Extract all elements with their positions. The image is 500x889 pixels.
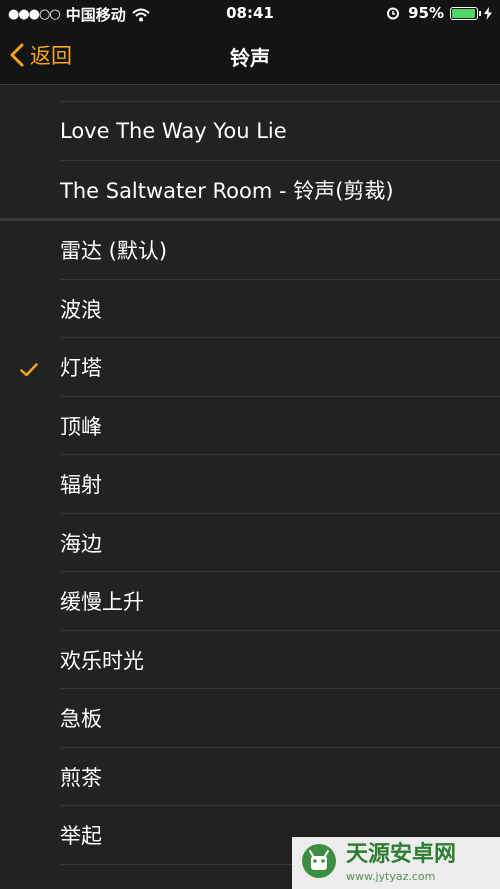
custom-tones-group: Love The Way You Lie The Saltwater Room -… [0,102,500,219]
ringtone-label: 顶峰 [60,414,102,439]
charging-icon [484,6,492,20]
ringtone-row[interactable]: 雷达 (默认) [0,221,500,280]
partially-visible-row [0,85,500,102]
watermark-url: www.jytyaz.com [346,869,436,883]
ringtone-list: Love The Way You Lie The Saltwater Room -… [0,85,500,865]
battery-percent: 95% [408,4,444,22]
ringtone-label: 辐射 [60,473,102,498]
ringtone-label: 欢乐时光 [60,648,144,673]
battery-level [452,8,475,18]
status-right: 95% [386,4,492,22]
watermark-logo-icon [300,842,338,884]
ringtone-row[interactable]: 辐射 [0,455,500,514]
system-tones-group: 雷达 (默认) 波浪灯塔顶峰辐射海边缓慢上升欢乐时光急板煎茶举起 [0,221,500,865]
watermark: 天源安卓网 www.jytyaz.com [292,837,500,889]
ringtone-label: Love The Way You Lie [60,119,287,144]
ringtone-label: 雷达 (默认) [60,239,168,264]
watermark-title: 天源安卓网 [346,841,457,867]
ringtone-label: 缓慢上升 [60,590,144,615]
ringtone-row[interactable]: 顶峰 [0,397,500,456]
ringtone-row[interactable]: The Saltwater Room - 铃声(剪裁) [0,161,500,220]
ringtone-row[interactable]: 急板 [0,689,500,748]
battery-icon [450,6,481,20]
navigation-bar: 返回 铃声 [0,28,500,85]
ringtone-label: 举起 [60,824,102,849]
checkmark-icon [20,358,38,382]
ringtone-label: 急板 [60,707,102,732]
ringtone-row[interactable]: 煎茶 [0,748,500,807]
ringtone-label: 煎茶 [60,765,102,790]
ringtone-row[interactable]: 波浪 [0,280,500,339]
ringtone-label: 波浪 [60,297,102,322]
alarm-icon [386,6,400,20]
ringtone-row[interactable]: 海边 [0,514,500,573]
status-bar: ●●●○○ 中国移动 08:41 95% [0,0,500,28]
ringtone-label: The Saltwater Room - 铃声(剪裁) [60,178,394,203]
page-title: 铃声 [230,46,270,70]
ringtone-label: 海边 [60,531,102,556]
ringtone-row[interactable]: 欢乐时光 [0,631,500,690]
ringtone-row[interactable]: Love The Way You Lie [0,102,500,161]
ringtone-label: 灯塔 [60,356,102,381]
ringtone-row[interactable]: 灯塔 [0,338,500,397]
ringtone-row[interactable]: 缓慢上升 [0,572,500,631]
